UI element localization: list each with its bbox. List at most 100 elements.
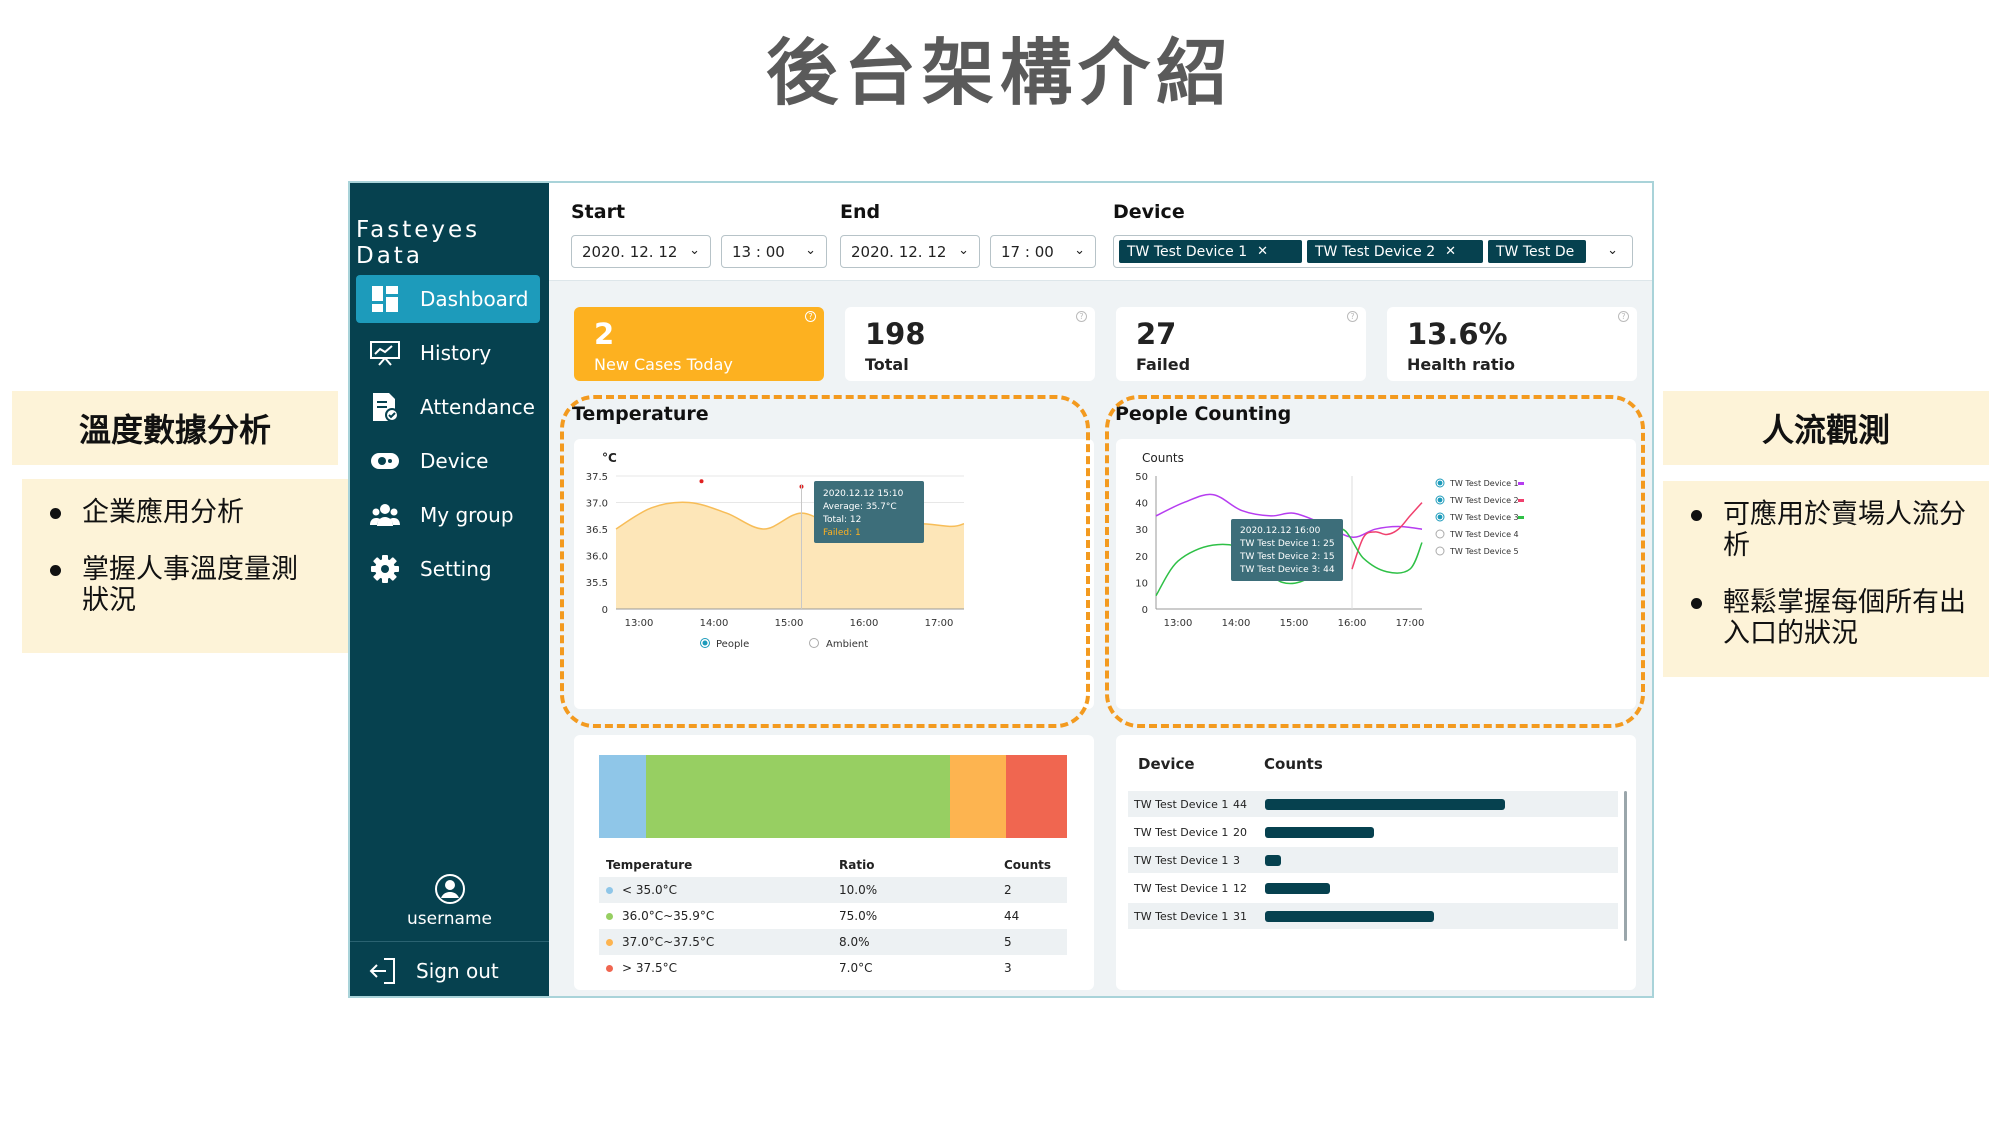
- start-hour: 13: [732, 242, 752, 261]
- device-counts-card: Device Counts TW Test Device 1 44 TW Test …: [1116, 735, 1636, 990]
- device-count: 3: [1233, 853, 1240, 867]
- info-icon[interactable]: ?: [805, 311, 816, 322]
- ratio-segment: [949, 755, 1007, 838]
- nav-setting[interactable]: Setting: [356, 545, 540, 593]
- device-label: Device: [1113, 201, 1185, 223]
- count-bar: [1265, 826, 1374, 838]
- counts-cell: 5: [1004, 935, 1012, 949]
- chevron-down-icon: ⌄: [958, 243, 969, 258]
- slide-title: 後台架構介紹: [765, 31, 1234, 115]
- device-icon: [370, 446, 400, 476]
- table-row: < 35.0°C 10.0% 2: [599, 877, 1067, 903]
- end-date-select[interactable]: 2020. 12. 12 ⌄: [840, 235, 980, 268]
- count-bar: [1265, 910, 1434, 922]
- username: username: [407, 909, 492, 929]
- table-row: TW Test Device 1 44: [1128, 791, 1618, 817]
- device-chip[interactable]: TW Test Device 1 ✕: [1119, 240, 1302, 263]
- table-row: TW Test Device 1 12: [1128, 875, 1618, 901]
- time-separator: :: [751, 242, 766, 261]
- ratio-segment: [645, 755, 950, 838]
- chevron-down-icon: ⌄: [689, 243, 700, 258]
- legend-dot: [606, 939, 613, 946]
- table-row: 36.0°C~35.9°C 75.0% 44: [599, 903, 1067, 929]
- nav-label: Device: [420, 449, 489, 473]
- remove-chip-icon[interactable]: ✕: [1257, 244, 1268, 259]
- temperature-analysis-heading: 溫度數據分析: [12, 391, 338, 465]
- ratio-segment: [1006, 755, 1067, 838]
- end-hour: 17: [1001, 242, 1021, 261]
- temperature-range: < 35.0°C: [622, 883, 677, 897]
- table-row: TW Test Device 1 20: [1128, 819, 1618, 845]
- nav-history[interactable]: History: [356, 329, 540, 377]
- stat-label: Failed: [1136, 355, 1191, 374]
- bullet-item: 可應用於賣場人流分析: [1691, 499, 1969, 561]
- info-icon[interactable]: ?: [1618, 311, 1629, 322]
- chevron-down-icon: ⌄: [1607, 243, 1618, 258]
- stat-label: Total: [865, 355, 909, 374]
- device-name: TW Test Device 1: [1134, 881, 1229, 895]
- chevron-down-icon: ⌄: [1074, 243, 1085, 258]
- nav-my-group[interactable]: My group: [356, 491, 540, 539]
- temperature-ratio-bar: [599, 755, 1067, 838]
- scrollbar[interactable]: [1624, 791, 1627, 941]
- group-icon: [370, 500, 400, 530]
- nav-attendance[interactable]: Attendance: [356, 383, 540, 431]
- attendance-icon: [370, 392, 400, 422]
- table-cell: < 35.0°C: [599, 877, 839, 903]
- device-name: TW Test Device 1: [1134, 853, 1229, 867]
- table-row: > 37.5°C 7.0°C 3: [599, 955, 1067, 981]
- start-date-select[interactable]: 2020. 12. 12 ⌄: [571, 235, 711, 268]
- device-count: 44: [1233, 797, 1247, 811]
- user-profile[interactable]: username: [350, 873, 549, 929]
- ratio-cell: 8.0%: [839, 935, 870, 949]
- time-separator: :: [1020, 242, 1035, 261]
- remove-chip-icon[interactable]: ✕: [1445, 244, 1456, 259]
- start-time-select[interactable]: 13 : 00 ⌄: [721, 235, 827, 268]
- people-flow-points: 可應用於賣場人流分析 輕鬆掌握每個所有出入口的狀況: [1663, 481, 1989, 677]
- end-time-select[interactable]: 17 : 00 ⌄: [990, 235, 1096, 268]
- info-icon[interactable]: ?: [1347, 311, 1358, 322]
- stat-new-cases: 2 New Cases Today?: [574, 307, 824, 381]
- device-count: 12: [1233, 881, 1247, 895]
- bullet-item: 企業應用分析: [50, 497, 328, 528]
- ratio-segment: [599, 755, 646, 838]
- nav-label: My group: [420, 503, 514, 527]
- gear-icon: [370, 554, 400, 584]
- counts-cell: 44: [1004, 909, 1020, 923]
- table-header: Ratio: [839, 858, 875, 872]
- bullet-item: 輕鬆掌握每個所有出入口的狀況: [1691, 587, 1969, 649]
- table-row: 37.0°C~37.5°C 8.0% 5: [599, 929, 1067, 955]
- start-label: Start: [571, 201, 626, 223]
- sidebar: Fasteyes Data Dashboard History Attendan…: [350, 183, 549, 996]
- device-multiselect[interactable]: TW Test Device 1 ✕ TW Test Device 2 ✕ TW T…: [1113, 235, 1633, 268]
- temperature-range: 36.0°C~35.9°C: [622, 909, 715, 923]
- legend-dot: [606, 887, 613, 894]
- ratio-cell: 75.0%: [839, 909, 878, 923]
- device-count: 31: [1233, 909, 1247, 923]
- device-chip[interactable]: TW Test De: [1488, 240, 1586, 263]
- info-icon[interactable]: ?: [1076, 311, 1087, 322]
- device-count: 20: [1233, 825, 1247, 839]
- chip-label: TW Test De: [1496, 243, 1575, 260]
- chevron-down-icon: ⌄: [805, 243, 816, 258]
- chip-label: TW Test Device 1: [1127, 243, 1248, 260]
- legend-dot: [606, 965, 613, 972]
- stat-health-ratio: 13.6% Health ratio?: [1387, 307, 1637, 381]
- avatar-icon: [434, 873, 466, 905]
- people-counting-highlight-frame: [1105, 395, 1645, 728]
- history-icon: [370, 338, 400, 368]
- table-cell: 36.0°C~35.9°C: [599, 903, 839, 929]
- nav-label: Setting: [420, 557, 492, 581]
- device-chip[interactable]: TW Test Device 2 ✕: [1307, 240, 1483, 263]
- chip-label: TW Test Device 2: [1315, 243, 1436, 260]
- sign-out-label: Sign out: [416, 958, 499, 983]
- people-flow-heading: 人流觀測: [1663, 391, 1989, 465]
- temperature-table: Temperature Ratio Counts < 35.0°C 10.0% …: [599, 853, 1067, 981]
- sign-out-button[interactable]: Sign out: [350, 941, 549, 996]
- dashboard-app: Fasteyes Data Dashboard History Attendan…: [348, 181, 1654, 998]
- nav-device[interactable]: Device: [356, 437, 540, 485]
- nav-dashboard[interactable]: Dashboard: [356, 275, 540, 323]
- temperature-distribution-card: Temperature Ratio Counts < 35.0°C 10.0% …: [574, 735, 1094, 990]
- dashboard-icon: [370, 284, 400, 314]
- device-name: TW Test Device 1: [1134, 825, 1229, 839]
